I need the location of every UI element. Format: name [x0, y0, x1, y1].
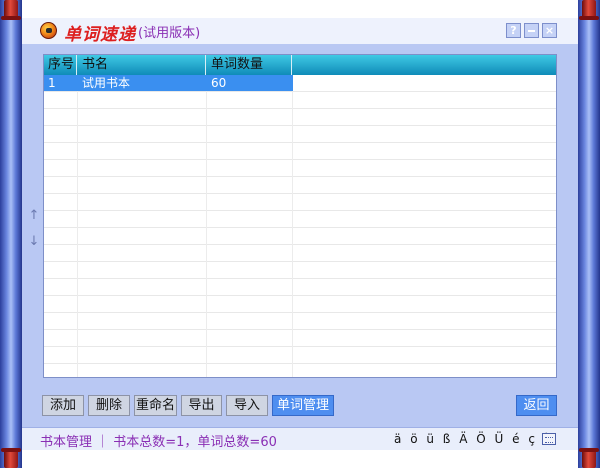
- column-header-name[interactable]: 书名: [78, 55, 206, 75]
- keyboard-icon[interactable]: [542, 433, 556, 445]
- char-button[interactable]: ü: [426, 432, 435, 446]
- rod-cap-top-right: [579, 0, 599, 20]
- move-down-icon[interactable]: ↓: [28, 235, 40, 249]
- special-char-bar: ä ö ü ß Ä Ö Ü é ç è: [394, 432, 555, 446]
- char-button[interactable]: Ä: [459, 432, 468, 446]
- app-subtitle: (试用版本): [138, 26, 201, 41]
- cell-book-name: 试用书本: [82, 76, 131, 90]
- back-button[interactable]: 返回: [516, 395, 557, 416]
- table-row[interactable]: 1 试用书本 60: [44, 75, 293, 91]
- main-window: 单词速递 (试用版本) ? × ↑ ↓ 序号 书名 单词数量 1 试用书本 60…: [22, 18, 578, 450]
- grid-column-divider: [292, 75, 293, 377]
- close-button[interactable]: ×: [542, 23, 557, 38]
- app-name: 单词速递: [64, 25, 136, 45]
- book-table: 序号 书名 单词数量 1 试用书本 60: [43, 54, 557, 378]
- delete-button[interactable]: 删除: [88, 395, 130, 416]
- char-button[interactable]: ß: [443, 432, 452, 446]
- grid-column-divider: [77, 75, 78, 377]
- import-button[interactable]: 导入: [226, 395, 268, 416]
- char-button[interactable]: ä: [394, 432, 402, 446]
- add-button[interactable]: 添加: [42, 395, 84, 416]
- title-bar: 单词速递 (试用版本) ? ×: [22, 18, 578, 45]
- column-header-count[interactable]: 单词数量: [207, 55, 292, 75]
- word-manage-button[interactable]: 单词管理: [272, 395, 334, 416]
- cell-index: 1: [48, 76, 56, 90]
- rod-cap-top-left: [1, 0, 21, 20]
- scroll-rod-left: [0, 0, 22, 468]
- char-button[interactable]: Ü: [495, 432, 505, 446]
- rod-cap-bottom-right: [579, 448, 599, 468]
- scroll-rod-right: [578, 0, 600, 468]
- column-header-index[interactable]: 序号: [44, 55, 77, 75]
- char-button[interactable]: Ö: [476, 432, 486, 446]
- status-bar: 书本管理 ｜ 书本总数=1，单词总数=60 ä ö ü ß Ä Ö Ü é ç …: [22, 427, 578, 450]
- status-text: 书本管理 ｜ 书本总数=1，单词总数=60: [40, 435, 277, 450]
- minimize-icon: [528, 30, 535, 32]
- table-header: 序号 书名 单词数量: [44, 55, 556, 75]
- rename-button[interactable]: 重命名: [134, 395, 177, 416]
- char-button[interactable]: ö: [410, 432, 418, 446]
- rod-cap-bottom-left: [1, 448, 21, 468]
- export-button[interactable]: 导出: [181, 395, 222, 416]
- move-up-icon[interactable]: ↑: [28, 209, 40, 223]
- grid-column-divider: [206, 75, 207, 377]
- char-button[interactable]: é: [512, 432, 520, 446]
- minimize-button[interactable]: [524, 23, 539, 38]
- table-grid: [44, 75, 556, 377]
- help-button[interactable]: ?: [506, 23, 521, 38]
- app-logo-icon: [40, 22, 57, 39]
- cell-word-count: 60: [211, 76, 227, 90]
- char-button[interactable]: ç: [528, 432, 536, 446]
